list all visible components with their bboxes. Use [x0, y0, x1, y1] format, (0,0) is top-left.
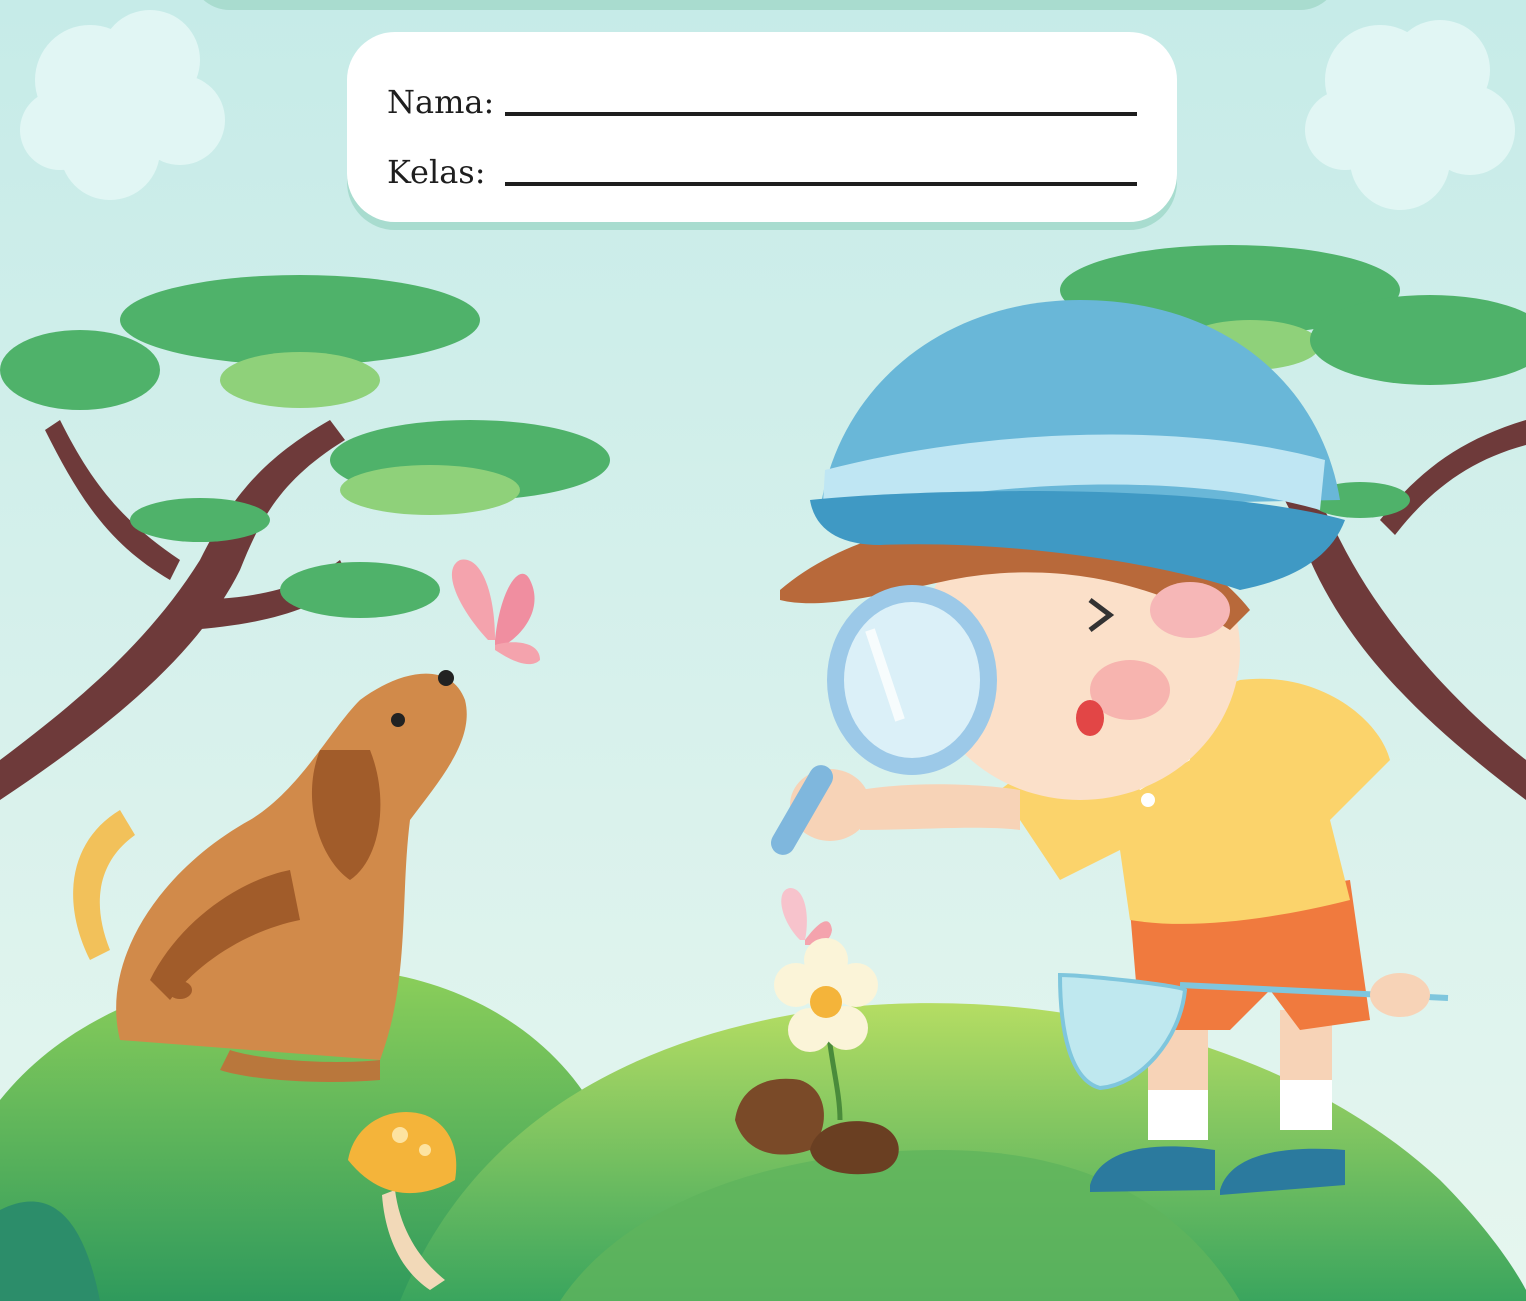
name-label: Nama:: [387, 83, 495, 121]
name-field-row: Nama:: [387, 82, 1137, 122]
top-banner: [190, 0, 1340, 10]
name-class-card: Nama: Kelas:: [347, 32, 1177, 222]
class-write-line[interactable]: [505, 182, 1137, 186]
class-label: Kelas:: [387, 153, 486, 191]
class-field-row: Kelas:: [387, 152, 1137, 192]
name-write-line[interactable]: [505, 112, 1137, 116]
